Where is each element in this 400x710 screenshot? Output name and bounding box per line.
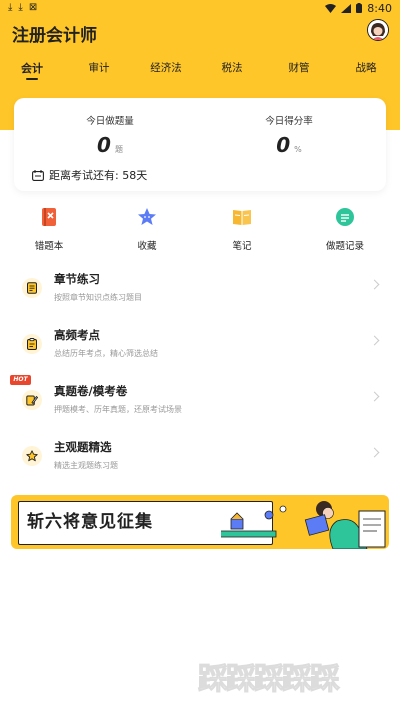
tab-audit[interactable]: 审计 <box>89 60 110 75</box>
tab-label: 经济法 <box>150 62 182 74</box>
list-item-title: 高频考点 <box>54 328 100 342</box>
status-time: 8:40 <box>367 1 392 15</box>
stats-card: 今日做题量 0 题 今日得分率 0 % 距离考试还有: 58天 <box>14 98 386 191</box>
star-outline-icon <box>22 446 42 466</box>
chevron-right-icon <box>369 335 380 346</box>
tab-accounting[interactable]: 会计 <box>21 60 43 80</box>
exam-countdown: 距离考试还有: 58天 <box>32 167 147 183</box>
list-item-subtitle: 按照章节知识点练习题目 <box>54 293 142 302</box>
star-icon <box>138 208 156 225</box>
page-title: 注册会计师 <box>12 26 97 46</box>
list-item-high-frequency[interactable]: 高频考点 总结历年考点，精心筛选总结 <box>0 315 400 371</box>
wrong-book-label: 错题本 <box>34 241 64 252</box>
pen-paper-icon <box>22 390 42 410</box>
tab-label: 会计 <box>21 62 43 75</box>
tab-tax-law[interactable]: 税法 <box>222 60 243 75</box>
list-item-chapter-practice[interactable]: 章节练习 按照章节知识点练习题目 <box>0 259 400 315</box>
today-score-value: 0 <box>276 133 291 157</box>
notes-label: 笔记 <box>232 241 252 252</box>
notebook-icon <box>233 210 251 225</box>
avatar[interactable] <box>367 19 389 41</box>
today-count-value: 0 <box>97 133 111 157</box>
battery-icon <box>356 3 363 13</box>
banner-text: 斩六将意见征集 <box>27 512 153 532</box>
promo-banner[interactable]: 斩六将意见征集 <box>11 495 389 549</box>
wifi-icon <box>325 3 337 13</box>
list-item-title: 章节练习 <box>54 272 100 286</box>
calendar-icon <box>32 169 44 181</box>
banner-illustration <box>221 501 386 549</box>
quick-actions: 错题本 收藏 笔记 做题记录 <box>0 207 400 252</box>
tab-label: 战略 <box>355 62 377 74</box>
today-score-stat: 今日得分率 0 % <box>265 113 313 157</box>
download-icon: ⤓ <box>8 2 13 13</box>
notes-button[interactable]: 笔记 <box>207 207 277 252</box>
tab-label: 税法 <box>221 62 243 74</box>
status-bar: ⤓ ⤓ ⊠ 8:40 <box>0 0 400 16</box>
list-item-subjective[interactable]: 主观题精选 精选主观题练习题 <box>0 427 400 483</box>
hot-badge: HOT <box>10 375 31 385</box>
today-score-unit: % <box>294 145 302 154</box>
tab-label: 审计 <box>88 62 110 74</box>
tab-strategy[interactable]: 战略 <box>356 60 377 75</box>
download-icon: ⤓ <box>18 2 23 13</box>
favorites-label: 收藏 <box>137 241 157 252</box>
clipboard-icon <box>22 334 42 354</box>
list-item-subtitle: 精选主观题练习题 <box>54 461 118 470</box>
chevron-right-icon <box>369 391 380 402</box>
today-count-stat: 今日做题量 0 题 <box>86 113 134 157</box>
tab-economic-law[interactable]: 经济法 <box>150 60 182 75</box>
chevron-right-icon <box>369 447 380 458</box>
list-item-subtitle: 押题模考、历年真题，还原考试场景 <box>54 405 182 414</box>
subject-tabs: 会计 审计 经济法 税法 财管 战略 <box>0 60 400 84</box>
list-item-subtitle: 总结历年考点，精心筛选总结 <box>54 349 158 358</box>
tab-financial-management[interactable]: 财管 <box>289 60 310 75</box>
favorites-button[interactable]: 收藏 <box>112 207 182 252</box>
practice-record-button[interactable]: 做题记录 <box>310 207 380 252</box>
today-count-label: 今日做题量 <box>86 116 134 127</box>
list-item-title: 主观题精选 <box>54 440 112 454</box>
list-item-past-papers[interactable]: 真题卷/模考卷 押题模考、历年真题，还原考试场景 <box>0 371 400 427</box>
practice-record-label: 做题记录 <box>325 241 364 252</box>
list-item-title: 真题卷/模考卷 <box>54 384 128 398</box>
close-box-icon: ⊠ <box>28 2 38 13</box>
exam-countdown-text: 距离考试还有: 58天 <box>49 169 148 182</box>
tab-label: 财管 <box>288 62 310 74</box>
record-icon <box>336 208 354 226</box>
wrong-book-button[interactable]: 错题本 <box>14 207 84 252</box>
tab-active-indicator <box>26 78 38 80</box>
signal-icon <box>341 3 352 13</box>
wrong-book-icon <box>42 208 56 226</box>
today-score-label: 今日得分率 <box>265 116 313 127</box>
today-count-unit: 题 <box>114 145 123 154</box>
chevron-right-icon <box>369 279 380 290</box>
chapter-icon <box>22 278 42 298</box>
avatar-girl-icon <box>368 20 388 40</box>
watermark: 踩踩踩踩踩 <box>198 662 341 698</box>
